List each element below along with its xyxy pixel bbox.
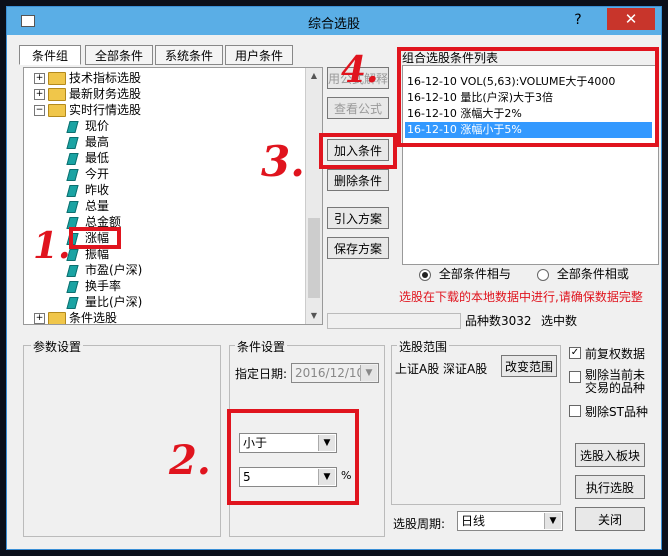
execute-selection-button[interactable]: 执行选股 — [575, 475, 645, 499]
view-formula-button[interactable]: 查看公式 — [327, 97, 389, 119]
tree-leaf[interactable]: 量比(户深) — [66, 294, 142, 310]
tree-leaf[interactable]: 市盈(户深) — [66, 262, 142, 278]
annotation-number-4: 4. — [341, 49, 379, 91]
folder-icon — [48, 88, 66, 101]
condition-tree[interactable]: + 技术指标选股 + 最新财务选股 − 实时行情选股 现价 最高 最低 今开 昨收 总… — [23, 67, 323, 325]
tab-condition-group[interactable]: 条件组 — [19, 45, 81, 65]
indicator-icon — [66, 200, 79, 213]
chevron-down-icon[interactable]: ▼ — [544, 513, 561, 529]
tree-leaf[interactable]: 总量 — [66, 198, 109, 214]
title-bar: 综合选股 ? ✕ — [7, 7, 661, 35]
help-icon[interactable]: ? — [564, 11, 592, 29]
scroll-up-icon[interactable]: ▲ — [306, 68, 322, 84]
radio-or[interactable] — [537, 268, 549, 281]
annotation-box-leaf — [69, 227, 121, 249]
tab-system-conditions[interactable]: 系统条件 — [155, 45, 223, 65]
adjusted-data-label: 前复权数据 — [585, 347, 646, 361]
open-folder-icon — [48, 104, 66, 117]
expand-icon[interactable]: + — [34, 89, 45, 100]
annotation-number-1: 1. — [33, 225, 71, 267]
annotation-box-add — [319, 133, 397, 169]
tree-folder[interactable]: + 条件选股 — [34, 310, 117, 324]
exclude-st-checkbox[interactable] — [569, 405, 581, 417]
window-title: 综合选股 — [307, 17, 360, 32]
exclude-suspended-label: 剔除当前未交易的品种 — [585, 368, 646, 395]
count-label: 品种数3032 — [465, 314, 532, 328]
folder-icon — [48, 312, 66, 324]
indicator-icon — [66, 296, 79, 309]
exclude-st-label: 剔除ST品种 — [585, 405, 648, 419]
tree-leaf[interactable]: 换手率 — [66, 278, 121, 294]
indicator-icon — [66, 168, 79, 181]
indicator-icon — [66, 136, 79, 149]
scroll-down-icon[interactable]: ▼ — [306, 308, 322, 324]
import-plan-button[interactable]: 引入方案 — [327, 207, 389, 229]
expand-icon[interactable]: + — [34, 313, 45, 324]
local-data-notice: 选股在下载的本地数据中进行,请确保数据完整 — [399, 290, 643, 304]
adjusted-data-checkbox[interactable]: ✓ — [569, 347, 581, 359]
annotation-number-2: 2. — [169, 437, 211, 484]
delete-condition-button[interactable]: 删除条件 — [327, 169, 389, 191]
tree-scrollbar[interactable]: ▲ ▼ — [305, 68, 322, 324]
tree-leaf[interactable]: 最高 — [66, 134, 109, 150]
expand-icon[interactable]: + — [34, 73, 45, 84]
collapse-icon[interactable]: − — [34, 105, 45, 116]
tree-folder[interactable]: + 技术指标选股 — [34, 70, 141, 86]
date-picker[interactable]: 2016/12/10 ▼ — [291, 363, 379, 383]
folder-icon — [48, 72, 66, 85]
tree-folder[interactable]: + 最新财务选股 — [34, 86, 141, 102]
radio-and[interactable] — [419, 268, 431, 281]
close-button[interactable]: 关闭 — [575, 507, 645, 531]
selected-count-label: 选中数 — [541, 314, 578, 328]
tree-leaf[interactable]: 今开 — [66, 166, 109, 182]
period-label: 选股周期: — [393, 517, 446, 531]
change-range-button[interactable]: 改变范围 — [501, 355, 557, 377]
tree-folder-expanded[interactable]: − 实时行情选股 — [34, 102, 141, 118]
period-select[interactable]: 日线 ▼ — [457, 511, 563, 531]
tree-leaf[interactable]: 最低 — [66, 150, 109, 166]
close-icon[interactable]: ✕ — [607, 8, 655, 30]
logic-and-option[interactable]: 全部条件相与 — [419, 265, 511, 282]
tree-leaf[interactable]: 现价 — [66, 118, 109, 134]
annotation-box-settings — [227, 409, 359, 505]
tab-all-conditions[interactable]: 全部条件 — [85, 45, 153, 65]
date-label: 指定日期: — [235, 367, 288, 381]
indicator-icon — [66, 120, 79, 133]
condition-settings-label: 条件设置 — [235, 338, 288, 355]
scroll-thumb[interactable] — [308, 218, 320, 298]
tree-leaf[interactable]: 昨收 — [66, 182, 109, 198]
annotation-box-list — [397, 47, 659, 147]
progress-box — [327, 313, 461, 329]
exclude-suspended-checkbox[interactable] — [569, 371, 581, 383]
indicator-icon — [66, 280, 79, 293]
chevron-down-icon[interactable]: ▼ — [360, 365, 377, 381]
indicator-icon — [66, 184, 79, 197]
select-to-block-button[interactable]: 选股入板块 — [575, 443, 645, 467]
param-settings-label: 参数设置 — [31, 338, 84, 355]
range-text: 上证A股 深证A股 — [395, 362, 488, 376]
stock-screener-dialog: 综合选股 ? ✕ 条件组 全部条件 系统条件 用户条件 + 技术指标选股 + 最新财… — [6, 6, 662, 550]
save-plan-button[interactable]: 保存方案 — [327, 237, 389, 259]
range-label: 选股范围 — [397, 338, 450, 355]
logic-or-option[interactable]: 全部条件相或 — [537, 265, 629, 282]
tab-user-conditions[interactable]: 用户条件 — [225, 45, 293, 65]
indicator-icon — [66, 152, 79, 165]
annotation-number-3: 3. — [261, 137, 305, 186]
